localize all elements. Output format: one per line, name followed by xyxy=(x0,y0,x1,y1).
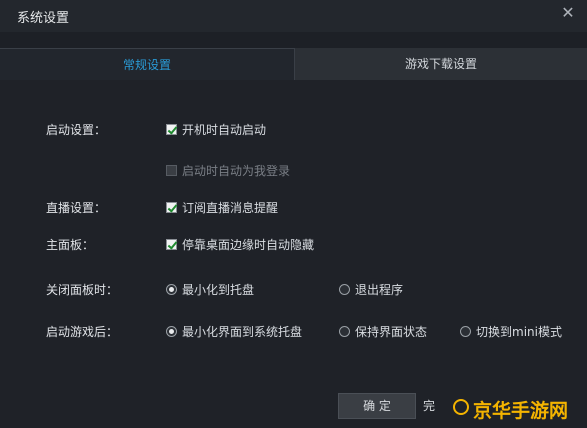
minimize-ui-label: 最小化界面到系统托盘 xyxy=(182,325,303,339)
auto-login-label: 启动时自动为我登录 xyxy=(182,164,291,178)
keep-ui-state-radio[interactable] xyxy=(339,326,350,337)
minimize-ui-radio-option[interactable]: 最小化界面到系统托盘 xyxy=(166,323,302,340)
tab-bar: 常规设置 游戏下载设置 xyxy=(0,48,587,80)
minimize-ui-radio[interactable] xyxy=(166,326,177,337)
ok-button[interactable]: 确 定 xyxy=(338,393,416,419)
keep-ui-state-radio-option[interactable]: 保持界面状态 xyxy=(339,323,427,340)
minimize-to-tray-radio[interactable] xyxy=(166,284,177,295)
auto-start-checkbox-option[interactable]: 开机时自动启动 xyxy=(166,121,266,138)
startup-settings-label: 启动设置： xyxy=(46,123,107,137)
live-reminder-label: 订阅直播消息提醒 xyxy=(182,201,279,215)
minimize-to-tray-radio-option[interactable]: 最小化到托盘 xyxy=(166,281,254,298)
watermark-logo-icon xyxy=(453,399,469,415)
window-title: 系统设置 xyxy=(17,11,70,26)
title-bar: 系统设置 ✕ xyxy=(0,0,587,32)
live-reminder-checkbox-option[interactable]: 订阅直播消息提醒 xyxy=(166,199,278,216)
auto-hide-checkbox[interactable] xyxy=(166,239,177,250)
auto-login-checkbox xyxy=(166,165,177,176)
auto-login-checkbox-option: 启动时自动为我登录 xyxy=(166,162,290,179)
live-settings-label: 直播设置： xyxy=(46,201,107,215)
game-start-label: 启动游戏后： xyxy=(46,325,119,339)
keep-ui-state-label: 保持界面状态 xyxy=(355,325,428,339)
watermark-text: 京华手游网 xyxy=(473,400,569,422)
close-panel-label: 关闭面板时： xyxy=(46,283,119,297)
tab-game-download-settings[interactable]: 游戏下载设置 xyxy=(295,48,587,80)
auto-hide-label: 停靠桌面边缘时自动隐藏 xyxy=(182,238,315,252)
live-reminder-checkbox[interactable] xyxy=(166,202,177,213)
main-panel-label: 主面板： xyxy=(46,238,95,252)
exit-program-radio[interactable] xyxy=(339,284,350,295)
auto-start-label: 开机时自动启动 xyxy=(182,123,267,137)
exit-program-radio-option[interactable]: 退出程序 xyxy=(339,281,403,298)
auto-hide-checkbox-option[interactable]: 停靠桌面边缘时自动隐藏 xyxy=(166,236,314,253)
auto-start-checkbox[interactable] xyxy=(166,124,177,135)
mini-mode-label: 切换到mini模式 xyxy=(476,325,562,339)
mini-mode-radio-option[interactable]: 切换到mini模式 xyxy=(460,323,562,340)
close-icon[interactable]: ✕ xyxy=(557,2,579,24)
minimize-to-tray-label: 最小化到托盘 xyxy=(182,283,255,297)
exit-program-label: 退出程序 xyxy=(355,283,404,297)
tab-general-settings[interactable]: 常规设置 xyxy=(0,48,295,80)
mini-mode-radio[interactable] xyxy=(460,326,471,337)
